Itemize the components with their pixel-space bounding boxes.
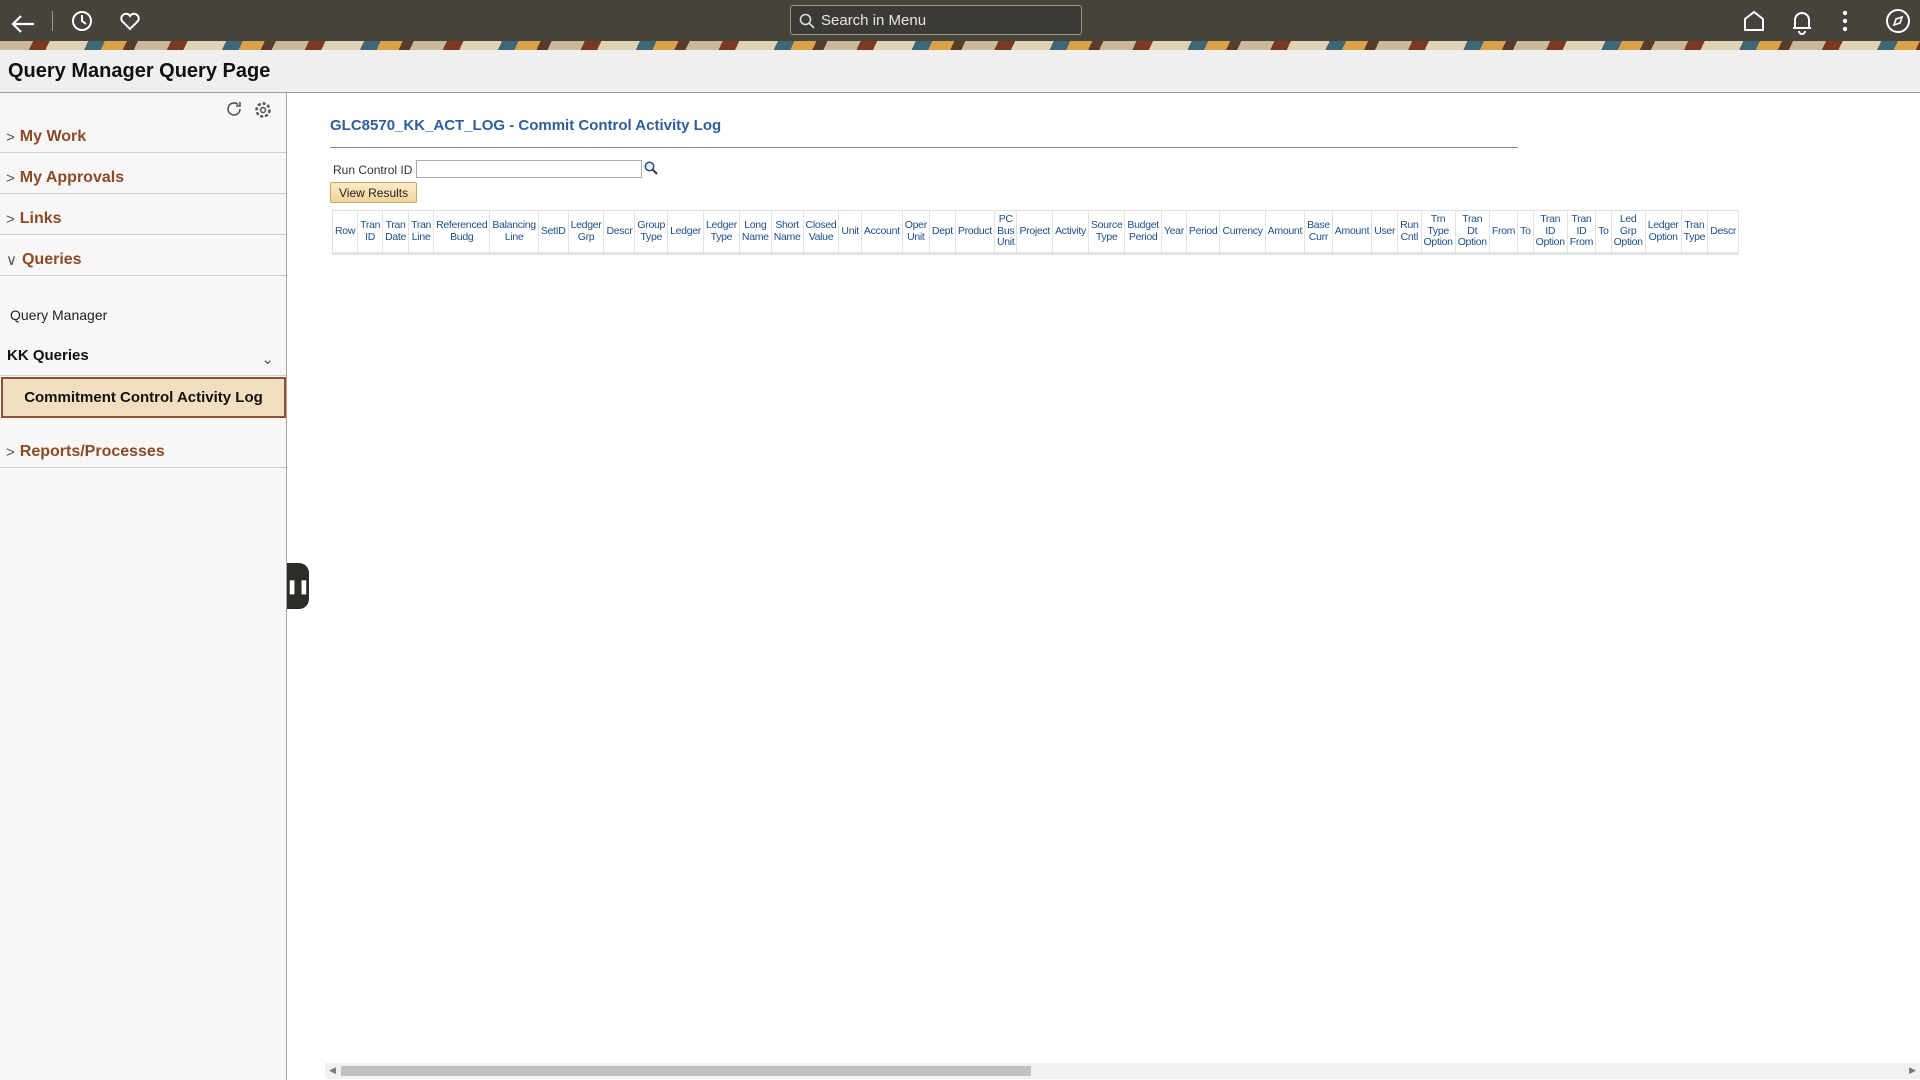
column-header[interactable]: Tran ID From (1567, 210, 1597, 254)
query-title: GLC8570_KK_ACT_LOG - Commit Control Acti… (330, 117, 722, 134)
sidebar-section-queries[interactable]: ∨ Queries (0, 236, 286, 276)
chevron-down-icon: ∨ (6, 252, 17, 269)
run-control-input[interactable] (416, 160, 642, 178)
divider (52, 11, 53, 31)
chevron-right-icon: > (6, 129, 15, 146)
main-content: GLC8570_KK_ACT_LOG - Commit Control Acti… (288, 93, 1920, 1080)
column-header[interactable]: Descr (603, 210, 636, 254)
column-header[interactable]: Led Grp Option (1611, 210, 1646, 254)
column-header[interactable]: Ledger (667, 210, 704, 254)
divider (330, 147, 1518, 148)
column-header[interactable]: Project (1016, 210, 1054, 254)
group-label: KK Queries (7, 347, 89, 364)
chevron-right-icon: > (6, 211, 15, 228)
column-header[interactable]: Tran Type (1681, 210, 1709, 254)
sidebar-section-links[interactable]: > Links (0, 195, 286, 235)
view-results-button[interactable]: View Results (330, 182, 418, 203)
column-header[interactable]: User (1371, 210, 1399, 254)
column-header[interactable]: Tran Date (382, 210, 410, 254)
column-header[interactable]: PC Bus Unit (994, 210, 1018, 254)
section-label: My Approvals (19, 169, 125, 186)
column-header[interactable]: Product (955, 210, 995, 254)
column-header[interactable]: Tran Dt Option (1455, 210, 1490, 254)
search-input[interactable]: Search in Menu (790, 5, 1082, 35)
back-arrow-icon[interactable] (10, 12, 36, 36)
lookup-search-icon[interactable] (644, 161, 658, 180)
column-header[interactable]: Amount (1265, 210, 1306, 254)
search-icon (799, 13, 815, 29)
scrollbar-thumb[interactable] (341, 1066, 1031, 1076)
sidebar-item-query-manager[interactable]: Query Manager (10, 307, 107, 323)
chevron-right-icon: > (6, 170, 15, 187)
column-header[interactable]: Currency (1219, 210, 1266, 254)
column-header[interactable]: Base Curr (1304, 210, 1333, 254)
sidebar-section-my-work[interactable]: > My Work (0, 113, 286, 153)
scroll-right-icon[interactable]: ▶ (1909, 1065, 1916, 1076)
column-header[interactable]: Account (861, 210, 903, 254)
column-header[interactable]: Trn Type Option (1421, 210, 1456, 254)
column-header[interactable]: Tran ID (357, 210, 384, 254)
sidebar: > My Work > My Approvals > Links ∨ Queries Q… (0, 93, 287, 1080)
favorites-heart-icon[interactable] (118, 9, 142, 33)
section-label: My Work (19, 128, 87, 145)
column-header[interactable]: Short Name (771, 210, 804, 254)
column-header[interactable]: Descr (1707, 210, 1740, 254)
sidebar-section-my-approvals[interactable]: > My Approvals (0, 154, 286, 194)
more-options-icon[interactable] (1840, 9, 1850, 33)
results-grid: Row Tran ID Tran Date Tran Line Referenced B… (332, 210, 1740, 255)
column-header[interactable]: To (1595, 210, 1612, 254)
column-header[interactable]: Source Type (1088, 210, 1126, 254)
column-header[interactable]: Run Cntl (1397, 210, 1422, 254)
column-header[interactable]: Tran Line (408, 210, 435, 254)
section-label: Queries (21, 251, 82, 268)
sidebar-item-commitment-control-activity-log[interactable]: Commitment Control Activity Log (1, 377, 286, 418)
column-header[interactable]: Dept (929, 210, 956, 254)
banner-strip (0, 41, 1920, 50)
run-control-label: Run Control ID (333, 163, 413, 177)
scroll-left-icon[interactable]: ◀ (329, 1065, 336, 1076)
column-header[interactable]: Group Type (634, 210, 669, 254)
chevron-down-icon: ⌄ (261, 351, 274, 368)
column-header[interactable]: From (1489, 210, 1519, 254)
search-placeholder: Search in Menu (821, 11, 927, 29)
title-bar: Query Manager Query Page (0, 50, 1920, 93)
column-header[interactable]: Oper Unit (902, 210, 930, 254)
section-label: Links (19, 210, 62, 227)
sidebar-section-reports-processes[interactable]: > Reports/Processes (0, 428, 286, 468)
column-header[interactable]: Tran ID Option (1533, 210, 1568, 254)
column-header[interactable]: Balancing Line (489, 210, 539, 254)
column-header[interactable]: To (1517, 210, 1534, 254)
sidebar-group-kk-queries[interactable]: KK Queries ⌄ (0, 336, 286, 376)
history-icon[interactable] (70, 9, 94, 33)
column-header[interactable]: Budget Period (1124, 210, 1162, 254)
navigator-compass-icon[interactable] (1885, 8, 1911, 34)
column-header[interactable]: Ledger Grp (568, 210, 605, 254)
column-header[interactable]: Ledger Option (1645, 210, 1682, 254)
column-header[interactable]: Amount (1332, 210, 1373, 254)
column-header[interactable]: Period (1186, 210, 1221, 254)
column-header[interactable]: Year (1161, 210, 1187, 254)
column-header[interactable]: Activity (1052, 210, 1089, 254)
column-header[interactable]: SetID (538, 210, 569, 254)
horizontal-scrollbar[interactable]: ◀ ▶ (325, 1063, 1920, 1079)
notifications-bell-icon[interactable] (1790, 9, 1814, 35)
home-icon[interactable] (1742, 9, 1766, 33)
page-title: Query Manager Query Page (8, 60, 271, 82)
column-header[interactable]: Ledger Type (703, 210, 740, 254)
column-header[interactable]: Closed Value (803, 210, 840, 254)
column-header[interactable]: Referenced Budg (433, 210, 491, 254)
column-header[interactable]: Unit (838, 210, 862, 254)
column-header[interactable]: Long Name (739, 210, 772, 254)
section-label: Reports/Processes (19, 443, 165, 460)
column-header[interactable]: Row (332, 210, 359, 254)
chevron-right-icon: > (6, 444, 15, 461)
